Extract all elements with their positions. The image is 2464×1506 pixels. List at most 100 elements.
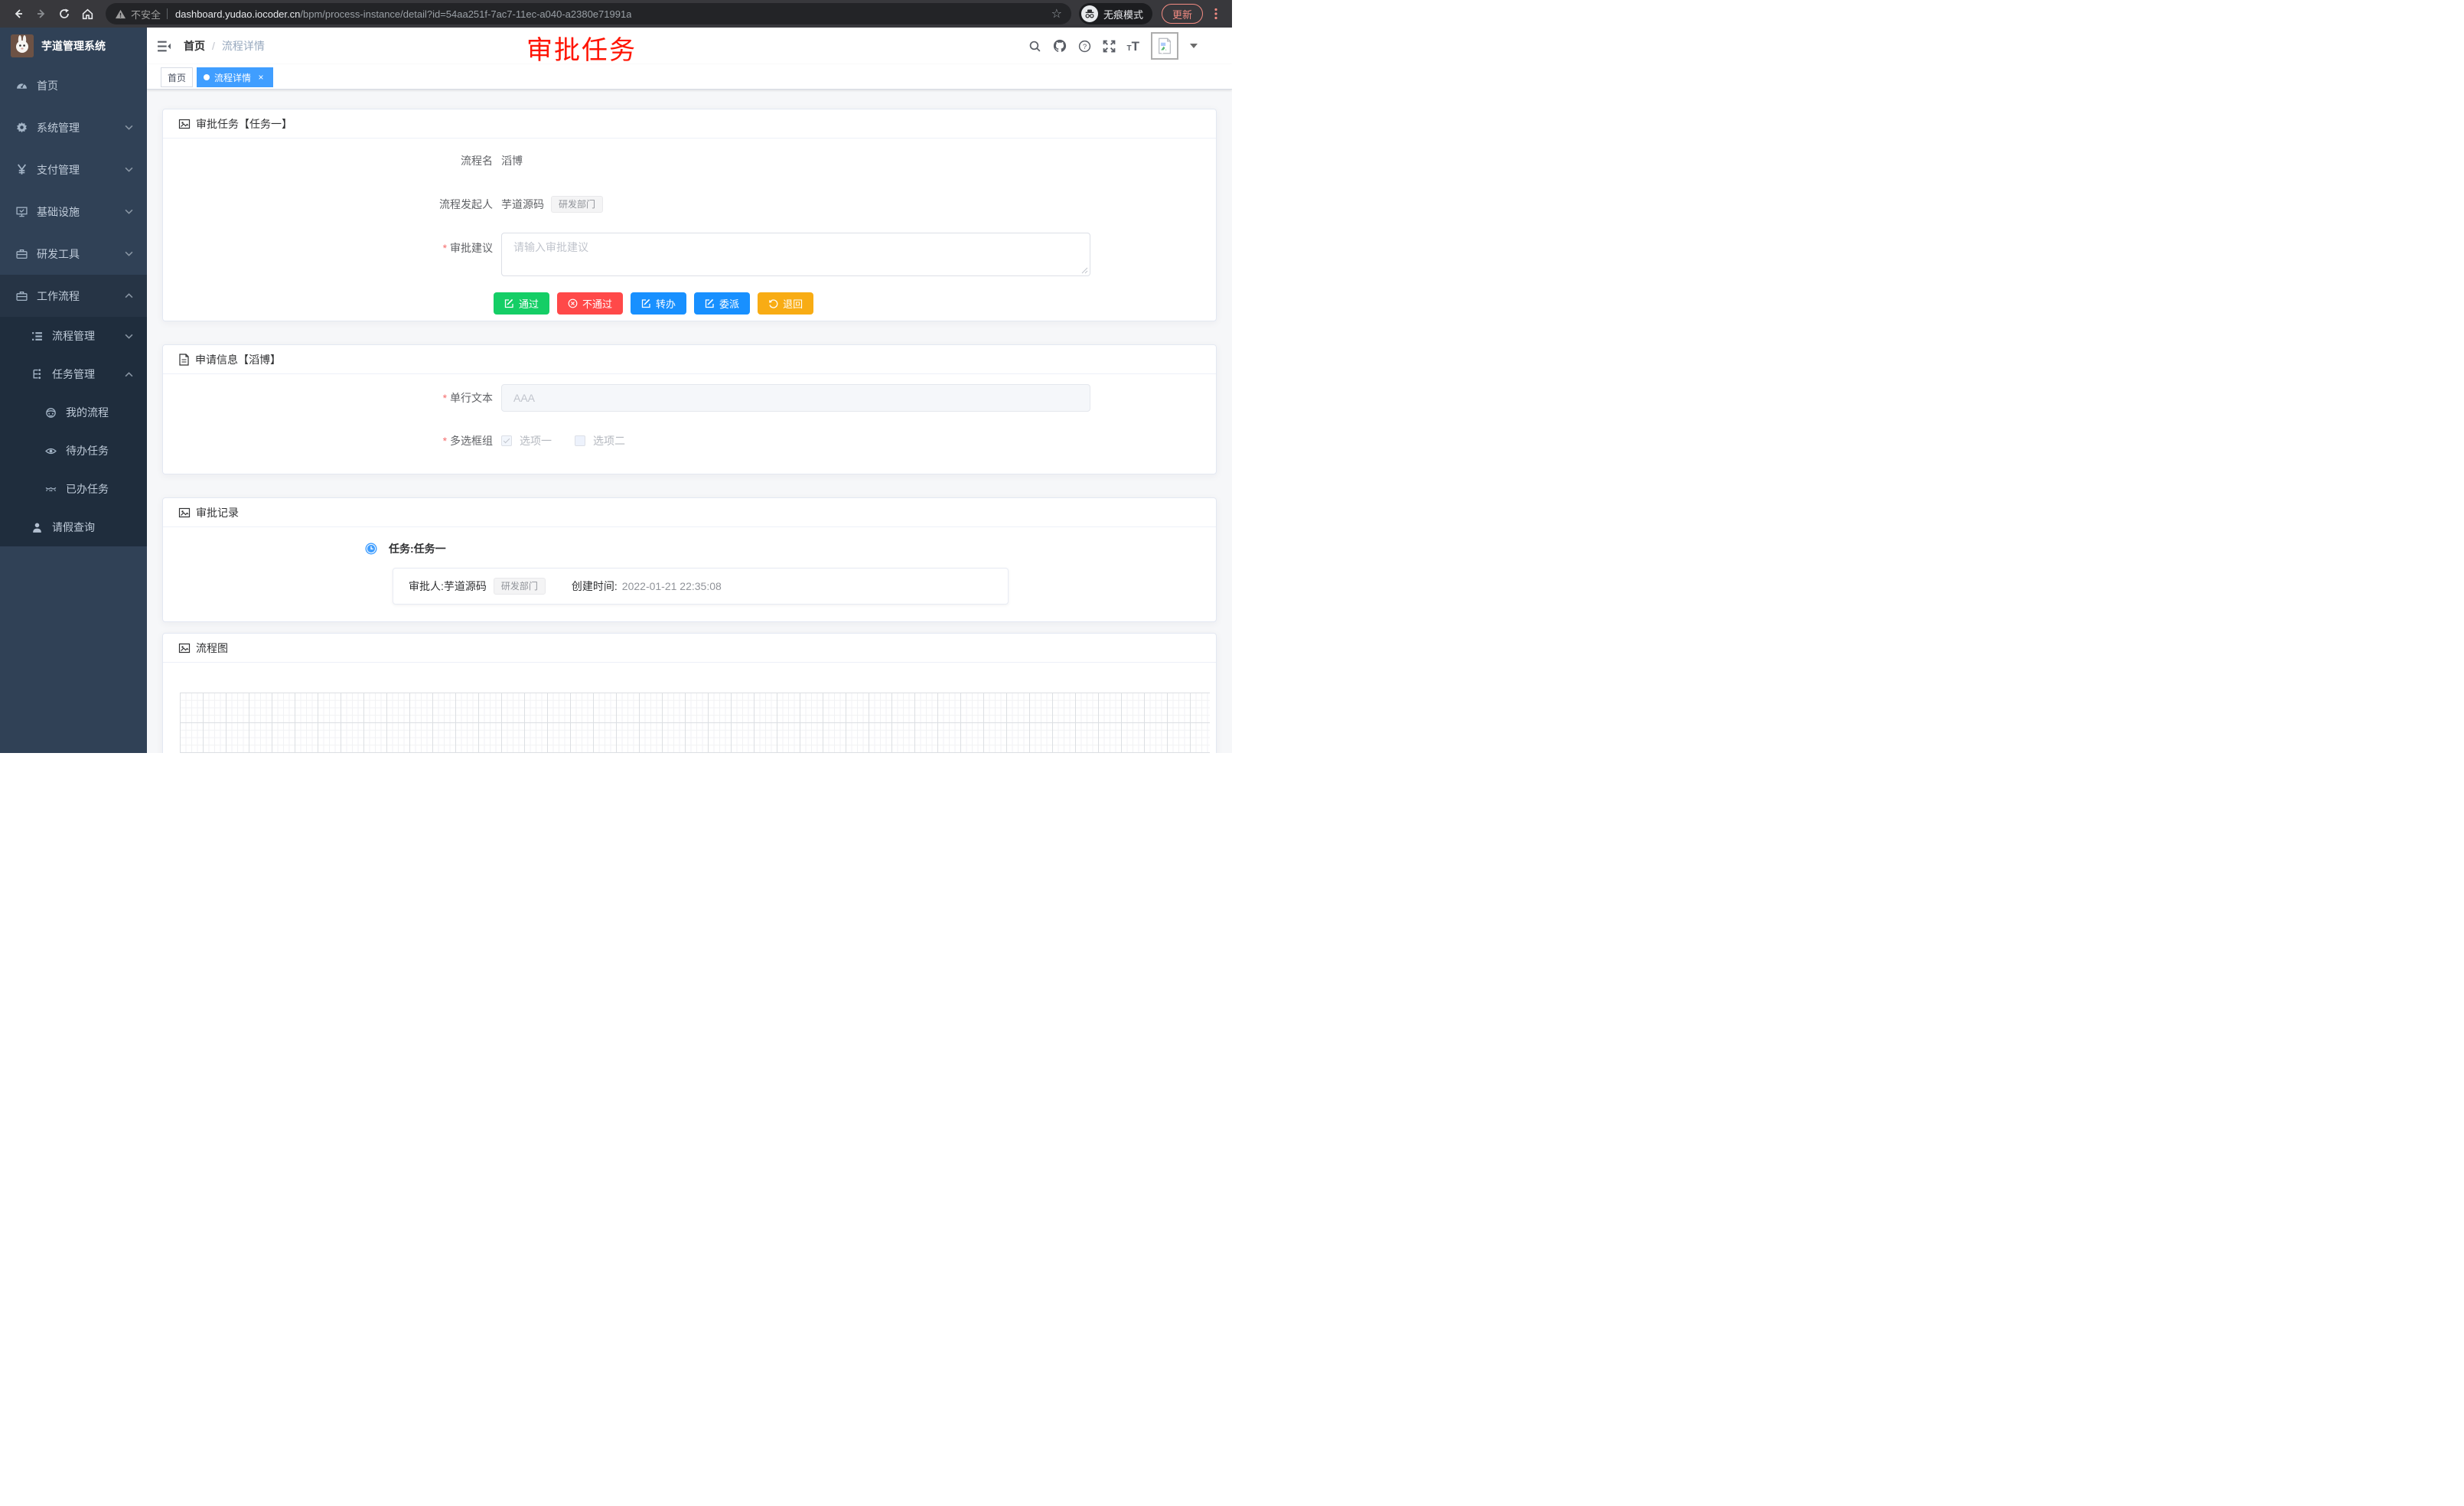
security-label: 不安全	[131, 7, 161, 21]
browser-home-button[interactable]	[77, 3, 98, 24]
chevron-down-icon	[125, 125, 133, 130]
yen-icon	[15, 164, 28, 175]
browser-menu-button[interactable]	[1208, 8, 1224, 20]
breadcrumb-home[interactable]: 首页	[184, 38, 205, 54]
sidebar-item-leave-query[interactable]: 请假查询	[0, 508, 147, 546]
sidebar-item-label: 任务管理	[52, 367, 95, 382]
application-info-card: 申请信息【滔博】 单行文本 AAA 多选框组	[162, 344, 1217, 474]
card-title: 审批任务【任务一】	[196, 116, 292, 132]
sidebar-item-label: 系统管理	[37, 120, 80, 135]
sidebar-item-label: 基础设施	[37, 204, 80, 220]
search-button[interactable]	[1028, 40, 1041, 53]
delegate-button[interactable]: 委派	[694, 292, 750, 315]
button-label: 不通过	[582, 296, 612, 311]
broken-image-icon	[1157, 37, 1172, 54]
sidebar-item-label: 研发工具	[37, 246, 80, 262]
search-icon	[1028, 40, 1041, 53]
update-label: 更新	[1172, 7, 1192, 21]
suggestion-textarea[interactable]: 请输入审批建议	[501, 233, 1090, 276]
checkbox-label: 选项二	[593, 433, 625, 448]
approval-task-card: 审批任务【任务一】 流程名 滔博 流程发起人 芋道源码 研发部门	[162, 109, 1217, 321]
app-logo-row[interactable]: 芋道管理系统	[0, 28, 147, 64]
font-size-button[interactable]: TT	[1127, 40, 1140, 53]
tab-close-icon[interactable]: ×	[256, 72, 266, 83]
browser-forward-button[interactable]	[31, 3, 52, 24]
single-text-value: AAA	[513, 392, 535, 404]
button-label: 委派	[719, 296, 739, 311]
sidebar-item-done-tasks[interactable]: 已办任务	[0, 470, 147, 508]
return-button[interactable]: 退回	[758, 292, 813, 315]
sidebar-item-devtools[interactable]: 研发工具	[0, 233, 147, 275]
checkbox-checked-icon	[501, 435, 512, 446]
edit-icon	[504, 298, 514, 308]
button-label: 退回	[783, 296, 803, 311]
card-title: 流程图	[196, 641, 228, 656]
avatar-dropdown-caret[interactable]	[1190, 44, 1198, 48]
avatar[interactable]	[1151, 32, 1178, 60]
browser-back-button[interactable]	[8, 3, 29, 24]
application-card-body: 单行文本 AAA 多选框组 选项一	[163, 384, 1216, 448]
sidebar-item-my-process[interactable]: 我的流程	[0, 393, 147, 432]
approval-actions: 通过 不通过 转办 委	[494, 292, 1216, 315]
reject-button[interactable]: 不通过	[557, 292, 623, 315]
sidebar-item-workflow[interactable]: 工作流程	[0, 275, 147, 317]
fullscreen-icon	[1103, 40, 1116, 53]
bpmn-grid-canvas[interactable]	[180, 693, 1210, 753]
url-bar[interactable]: 不安全 dashboard.yudao.iocoder.cn/bpm/proce…	[106, 3, 1071, 24]
checkbox-group-row: 多选框组 选项一 选项二	[163, 433, 1216, 448]
breadcrumb-current: 流程详情	[222, 38, 265, 54]
question-icon: ?	[1078, 40, 1091, 53]
initiator-row: 流程发起人 芋道源码 研发部门	[163, 196, 1216, 213]
dept-tag: 研发部门	[551, 196, 603, 213]
browser-update-button[interactable]: 更新	[1162, 4, 1203, 24]
approver-value: 芋道源码	[444, 579, 487, 594]
sidebar-collapse-button[interactable]	[157, 39, 171, 54]
app-logo	[11, 34, 34, 57]
sidebar-item-todo-tasks[interactable]: 待办任务	[0, 432, 147, 470]
suggestion-label: 审批建议	[163, 240, 493, 256]
tab-home[interactable]: 首页	[161, 67, 193, 87]
sidebar-item-home[interactable]: 首页	[0, 64, 147, 106]
sidebar-item-label: 流程管理	[52, 328, 95, 344]
sidebar-item-payment[interactable]: 支付管理	[0, 148, 147, 191]
sidebar-item-label: 工作流程	[37, 288, 80, 304]
edit-icon	[641, 298, 651, 308]
sidebar-item-system[interactable]: 系统管理	[0, 106, 147, 148]
bookmark-star-icon[interactable]: ☆	[1051, 6, 1062, 21]
button-label: 通过	[519, 296, 539, 311]
checkbox-unchecked-icon	[575, 435, 585, 446]
circle-close-icon	[568, 298, 578, 308]
fullscreen-button[interactable]	[1103, 40, 1116, 53]
approve-button[interactable]: 通过	[494, 292, 549, 315]
annotation-overlay-text: 审批任务	[526, 29, 637, 67]
process-name-value: 滔博	[501, 153, 523, 168]
approval-card-body: 流程名 滔博 流程发起人 芋道源码 研发部门 审批建议 请输入审批建议	[163, 153, 1216, 315]
sidebar: 芋道管理系统 首页 系统管理 支付管理	[0, 28, 147, 753]
browser-reload-button[interactable]	[54, 3, 75, 24]
checkbox-label: 选项一	[520, 433, 552, 448]
breadcrumb: 首页 / 流程详情	[184, 38, 265, 54]
resize-grip-icon[interactable]	[1081, 267, 1088, 274]
transfer-button[interactable]: 转办	[631, 292, 686, 315]
checkbox-option-2: 选项二	[575, 433, 625, 448]
diagram-card-body	[163, 693, 1216, 753]
tree-list-icon	[31, 331, 43, 342]
clock-icon	[365, 543, 377, 555]
github-button[interactable]	[1053, 39, 1067, 53]
timeline-task: 任务:任务一	[163, 541, 1216, 556]
card-title: 申请信息【滔博】	[195, 352, 281, 367]
tab-process-detail[interactable]: 流程详情 ×	[197, 67, 273, 87]
help-button[interactable]: ?	[1078, 40, 1091, 53]
tags-view-bar: 首页 流程详情 ×	[147, 64, 1232, 90]
sidebar-item-label: 请假查询	[52, 520, 95, 535]
sidebar-item-label: 待办任务	[66, 443, 109, 458]
sidebar-item-process-mgmt[interactable]: 流程管理	[0, 317, 147, 355]
sidebar-item-task-mgmt[interactable]: 任务管理	[0, 355, 147, 393]
picture-icon	[178, 507, 191, 519]
sidebar-item-infra[interactable]: 基础设施	[0, 191, 147, 233]
card-title: 审批记录	[196, 505, 239, 520]
dashboard-icon	[15, 80, 28, 91]
url-host: dashboard.yudao.iocoder.cn	[175, 8, 300, 20]
chevron-down-icon	[125, 167, 133, 172]
home-icon	[81, 8, 94, 21]
